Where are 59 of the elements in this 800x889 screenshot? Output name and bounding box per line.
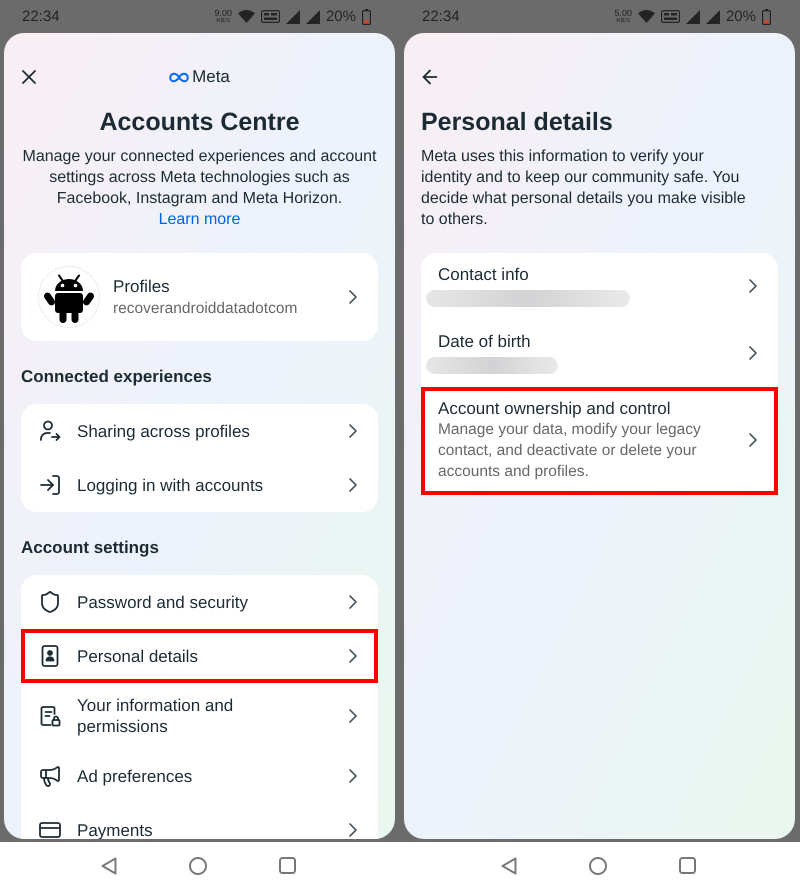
detail-row[interactable]: Contact info [421,253,778,320]
page-title: Personal details [421,107,614,137]
settings-row[interactable]: Your information and permissions [21,683,378,749]
chevron-right-icon [349,595,357,609]
settings-row[interactable]: Payments [21,803,378,839]
network-speed-value: 5.00 [614,8,632,18]
back-icon[interactable] [500,856,516,874]
home-icon[interactable] [188,856,206,874]
detail-row[interactable]: Date of birth [421,320,778,387]
network-badge-icon [660,10,680,23]
status-time: 22:34 [22,8,60,26]
back-icon[interactable] [100,856,116,874]
status-time: 22:34 [422,8,460,26]
page-description: Manage your connected experiences and account settings across Meta technologies such as Facebook, Instagram and Meta Horizon. [21,147,378,209]
infinity-logo-icon [169,72,190,82]
settings-row[interactable]: Password and security [21,575,378,629]
signal-icon [286,10,300,24]
section-heading: Connected experiences [21,366,213,388]
section-heading: Account settings [21,537,160,559]
shield-icon [38,590,62,614]
recent-apps-icon[interactable] [678,857,696,874]
chevron-right-icon [349,478,357,492]
chevron-right-icon [749,278,757,292]
chevron-right-icon [349,290,357,304]
battery-percent: 20% [326,8,356,26]
chevron-right-icon [349,424,357,438]
settings-row[interactable]: Personal details [21,629,378,683]
wifi-icon [638,10,655,23]
chevron-right-icon [749,433,757,447]
battery-percent: 20% [726,8,756,26]
chevron-right-icon [749,346,757,360]
learn-more-link[interactable]: Learn more [158,209,240,230]
network-speed-value: 9.00 [214,8,232,18]
page-title: Accounts Centre [98,107,301,137]
signal-icon [306,10,320,24]
battery-icon [362,8,371,24]
arrow-into-bracket-icon [38,473,62,497]
settings-row[interactable]: Sharing across profiles [21,404,378,458]
detail-row[interactable]: Account ownership and control Manage your data, modify your legacy contact, and deactivate or delete your accounts and profiles. [421,387,778,495]
document-lock-icon [38,704,62,728]
chevron-right-icon [349,769,357,783]
settings-row[interactable]: Logging in with accounts [21,458,378,512]
robot-avatar-icon [38,266,100,328]
home-icon[interactable] [588,856,606,874]
chevron-right-icon [349,709,357,723]
megaphone-icon [38,764,62,788]
signal-icon [706,10,720,24]
recent-apps-icon[interactable] [278,857,296,874]
settings-row[interactable]: Ad preferences [21,749,378,803]
wifi-icon [238,10,255,23]
person-arrow-icon [38,419,62,443]
profile-row[interactable]: Profiles recoverandroiddatadotcom [21,253,378,341]
page-description: Meta uses this information to verify your identity and to keep our community safe. You decide what personal details you make visible to others. [421,147,747,230]
chevron-right-icon [349,823,357,837]
battery-icon [762,8,771,24]
network-badge-icon [260,10,280,23]
signal-icon [686,10,700,24]
chevron-right-icon [349,649,357,663]
logo-wordmark: Meta [192,66,230,88]
